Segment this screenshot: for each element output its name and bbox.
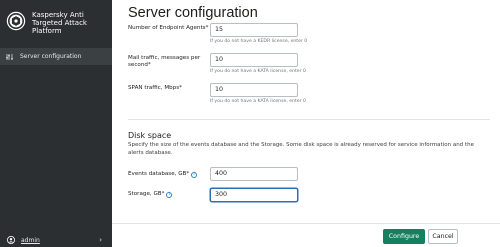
storage-input[interactable]: 300 — [210, 188, 298, 202]
endpoint-agents-label: Number of Endpoint Agents* i — [128, 25, 220, 32]
section-divider — [128, 119, 490, 120]
main-content: Server configuration Number of Endpoint … — [112, 0, 500, 247]
page-title: Server configuration — [128, 5, 258, 21]
sidebar: Kaspersky Anti Targeted Attack Platform … — [0, 0, 112, 247]
kaspersky-logo-icon — [6, 11, 26, 31]
footer-divider — [112, 223, 500, 224]
mail-traffic-input[interactable]: 10 — [210, 53, 298, 67]
info-icon[interactable]: i — [166, 192, 173, 198]
span-traffic-hint: If you do not have a KATA license, enter… — [210, 99, 306, 104]
user-icon — [7, 236, 15, 244]
events-db-input[interactable]: 400 — [210, 167, 298, 181]
chevron-right-icon[interactable]: › — [99, 236, 102, 244]
sidebar-item-server-configuration[interactable]: Server configuration — [0, 48, 112, 65]
endpoint-agents-hint: If you do not have a KEDR license, enter… — [210, 39, 308, 44]
cancel-button[interactable]: Cancel — [428, 229, 458, 244]
sidebar-item-label: Server configuration — [20, 53, 82, 60]
mail-traffic-hint: If you do not have a KATA license, enter… — [210, 69, 306, 74]
span-traffic-input[interactable]: 10 — [210, 83, 298, 97]
brand: Kaspersky Anti Targeted Attack Platform — [6, 11, 112, 35]
storage-label: Storage, GB* i — [128, 191, 220, 198]
configure-button[interactable]: Configure — [383, 229, 425, 244]
info-icon[interactable]: i — [190, 172, 197, 178]
mail-traffic-label: Mail traffic, messages per second* — [128, 55, 201, 68]
username-link[interactable]: admin — [21, 237, 40, 244]
disk-space-description: Specify the size of the events database … — [128, 142, 474, 156]
span-traffic-label: SPAN traffic, Mbps* — [128, 85, 182, 91]
events-db-label: Events database, GB* i — [128, 171, 220, 178]
endpoint-agents-input[interactable]: 15 — [210, 23, 298, 37]
server-config-icon — [6, 53, 13, 60]
disk-space-title: Disk space — [128, 131, 172, 140]
brand-name: Kaspersky Anti Targeted Attack Platform — [32, 11, 87, 35]
user-menu[interactable]: admin › — [0, 234, 112, 246]
